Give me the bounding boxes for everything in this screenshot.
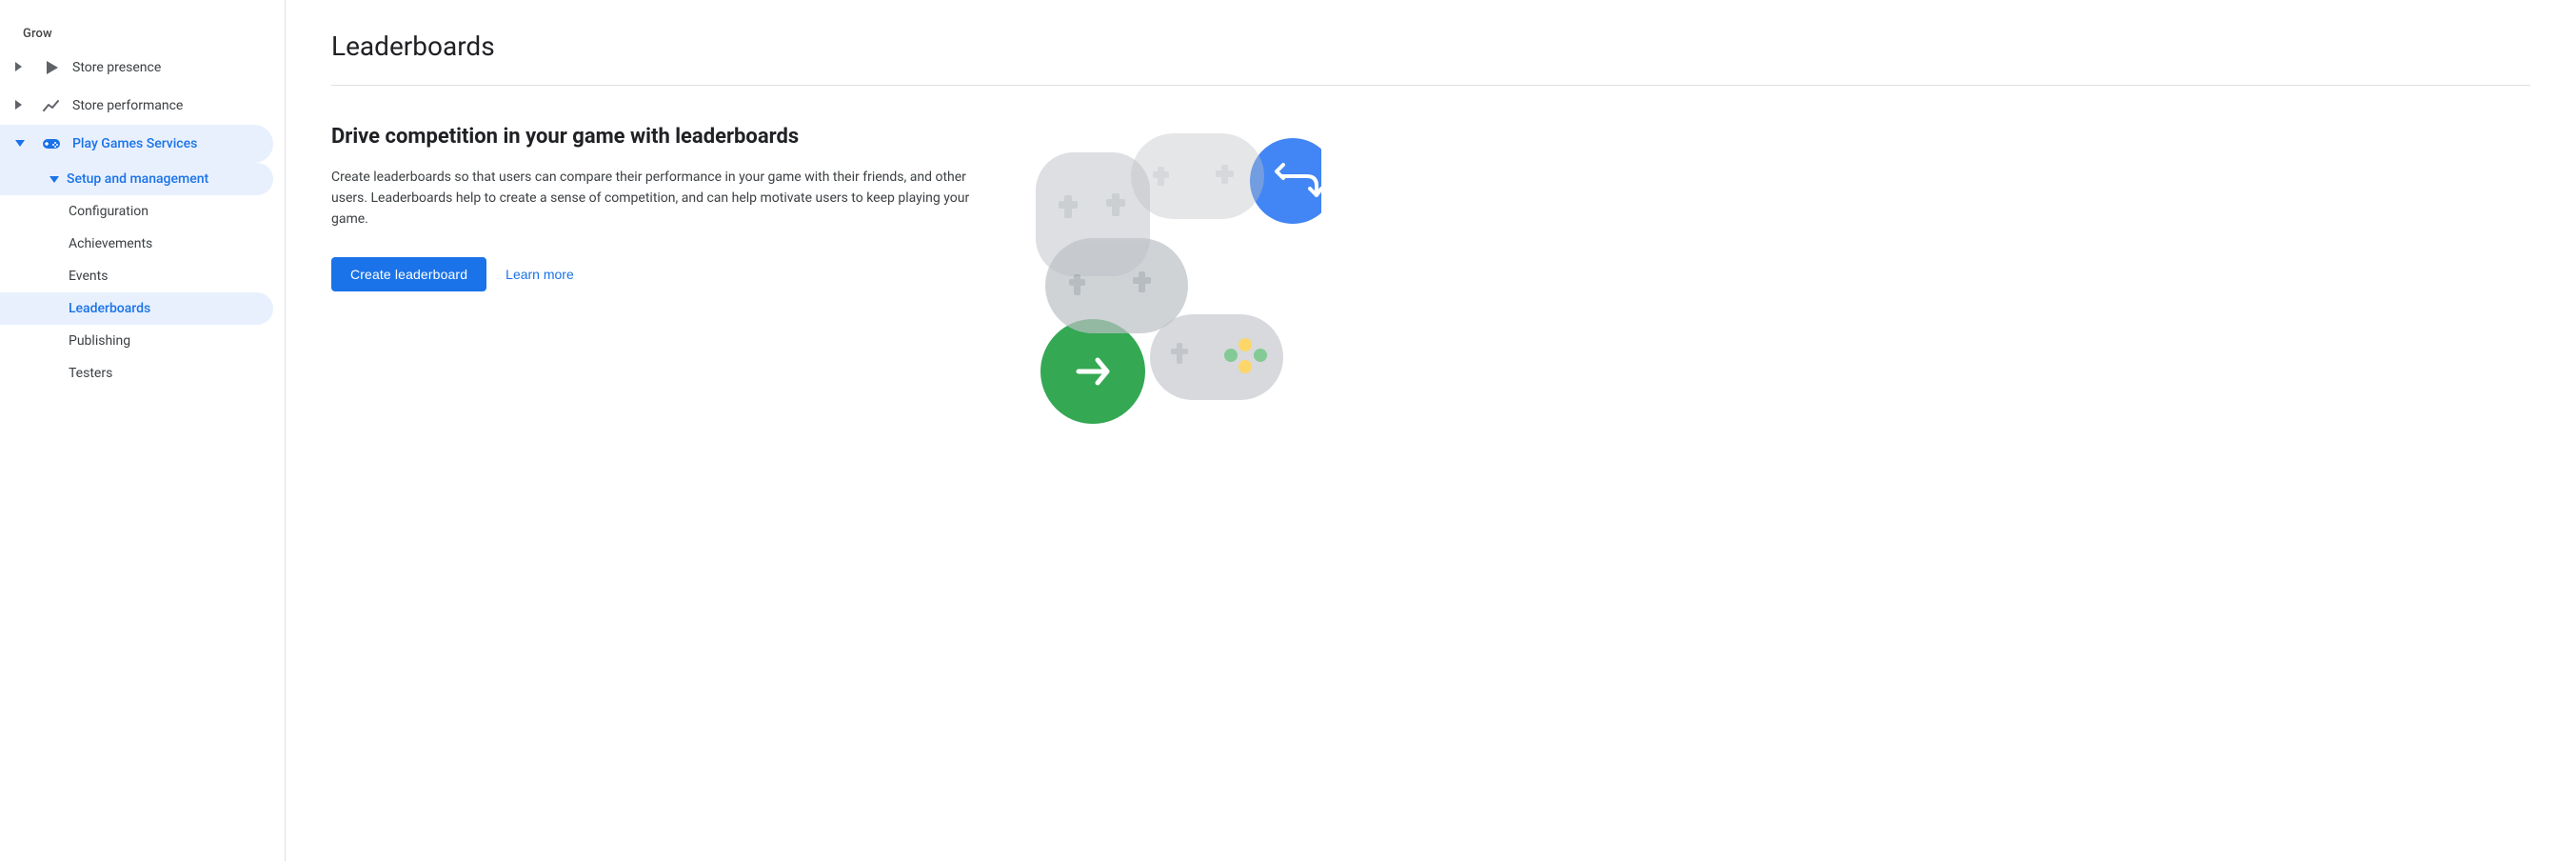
achievements-label: Achievements <box>69 236 152 251</box>
sidebar-sub-item-setup-management[interactable]: Setup and management <box>0 163 273 195</box>
sidebar-sub-label-setup-management: Setup and management <box>67 171 208 187</box>
sidebar-item-store-presence[interactable]: Store presence <box>0 49 273 87</box>
expand-icon-setup-mgmt <box>50 171 59 187</box>
expand-icon-play-games <box>15 139 27 150</box>
game-illustration <box>1017 124 1321 467</box>
publishing-label: Publishing <box>69 333 130 349</box>
leaderboards-label: Leaderboards <box>69 301 150 316</box>
expand-icon-store-presence <box>15 62 27 74</box>
content-description: Create leaderboards so that users can co… <box>331 167 979 230</box>
sidebar-item-store-performance[interactable]: Store performance <box>0 87 273 125</box>
sidebar-item-play-games-services[interactable]: Play Games Services <box>0 125 273 163</box>
events-label: Events <box>69 269 108 284</box>
sidebar-item-label-store-presence: Store presence <box>72 60 258 75</box>
sidebar-subsub-item-testers[interactable]: Testers <box>0 357 273 390</box>
illustration <box>1017 124 1321 467</box>
content-headline: Drive competition in your game with lead… <box>331 124 979 151</box>
sidebar-subsub-item-leaderboards[interactable]: Leaderboards <box>0 292 273 325</box>
sidebar-subsub-item-publishing[interactable]: Publishing <box>0 325 273 357</box>
page-title: Leaderboards <box>331 30 2530 62</box>
button-row: Create leaderboard Learn more <box>331 257 979 291</box>
store-presence-icon <box>42 58 61 77</box>
sidebar-section-grow: Grow <box>0 19 285 49</box>
main-content: Leaderboards Drive competition in your g… <box>286 0 2576 861</box>
sidebar-item-label-play-games: Play Games Services <box>72 136 258 151</box>
sidebar-item-label-store-performance: Store performance <box>72 98 258 113</box>
create-leaderboard-button[interactable]: Create leaderboard <box>331 257 486 291</box>
sidebar-subsub-item-events[interactable]: Events <box>0 260 273 292</box>
store-performance-icon <box>42 96 61 115</box>
sidebar-subsub-item-achievements[interactable]: Achievements <box>0 228 273 260</box>
learn-more-button[interactable]: Learn more <box>505 267 574 282</box>
content-area: Drive competition in your game with lead… <box>331 124 2530 467</box>
configuration-label: Configuration <box>69 204 149 219</box>
testers-label: Testers <box>69 366 112 381</box>
sidebar-subsub-item-configuration[interactable]: Configuration <box>0 195 273 228</box>
expand-icon-store-performance <box>15 100 27 112</box>
text-section: Drive competition in your game with lead… <box>331 124 979 291</box>
page-divider <box>331 85 2530 86</box>
play-games-services-icon <box>42 134 61 153</box>
sidebar: Grow Store presence Store performance <box>0 0 286 861</box>
